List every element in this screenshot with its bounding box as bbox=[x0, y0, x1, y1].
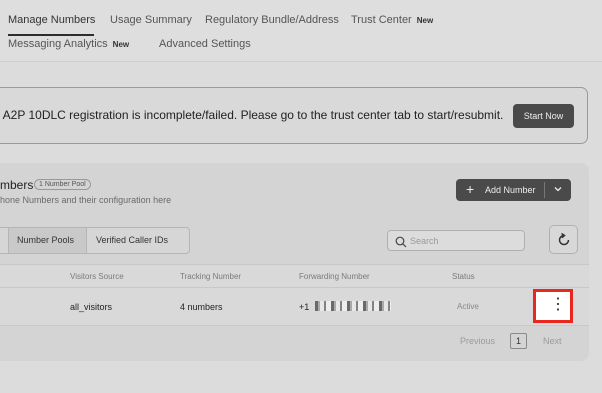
banner-message: r A2P 10DLC registration is incomplete/f… bbox=[0, 108, 504, 122]
tab-regulatory-bundle[interactable]: Regulatory Bundle/Address bbox=[205, 14, 339, 26]
plus-icon: + bbox=[466, 181, 475, 197]
button-separator bbox=[544, 182, 545, 198]
tab-usage-summary[interactable]: Usage Summary bbox=[110, 14, 192, 26]
forwarding-number-cell: +1 bbox=[299, 302, 310, 312]
number-pool-badge: 1 Number Pool bbox=[34, 179, 91, 190]
column-header-visitors-source: Visitors Source bbox=[70, 272, 124, 281]
card-subtitle: hone Numbers and their configuration her… bbox=[0, 195, 172, 205]
card-title: mbers bbox=[0, 178, 34, 192]
column-header-status: Status bbox=[452, 272, 475, 281]
tracking-number-cell: 4 numbers bbox=[180, 302, 223, 312]
chevron-down-icon[interactable] bbox=[553, 184, 563, 196]
table-header: e Visitors Source Tracking Number Forwar… bbox=[0, 264, 589, 288]
tab-messaging-analytics[interactable]: Messaging Analytics New bbox=[8, 38, 129, 50]
add-number-button[interactable]: + Add Number bbox=[456, 179, 571, 201]
redacted-phone-number bbox=[315, 301, 391, 311]
add-number-label: Add Number bbox=[485, 185, 536, 195]
next-page-button[interactable]: Next bbox=[543, 336, 562, 346]
tabs-bar: Manage Numbers Usage Summary Regulatory … bbox=[0, 0, 602, 62]
number-type-tabs: rs Number Pools Verified Caller IDs bbox=[0, 227, 190, 254]
tab-verified-caller-ids[interactable]: Verified Caller IDs bbox=[96, 235, 168, 245]
column-header-forwarding-number: Forwarding Number bbox=[299, 272, 370, 281]
row-more-actions-button[interactable]: ⋮ bbox=[533, 289, 573, 323]
search-icon bbox=[395, 235, 407, 253]
more-vertical-icon: ⋮ bbox=[550, 296, 566, 313]
table-row[interactable]: all_visitors 4 numbers +1 Active bbox=[0, 288, 589, 326]
divider bbox=[86, 228, 87, 253]
tab-trust-center[interactable]: Trust Center New bbox=[351, 14, 433, 26]
refresh-button[interactable] bbox=[549, 225, 578, 254]
numbers-card: mbers 1 Number Pool hone Numbers and the… bbox=[0, 163, 589, 361]
tab-manage-numbers[interactable]: Manage Numbers bbox=[8, 14, 95, 26]
visitors-source-cell: all_visitors bbox=[70, 302, 113, 312]
start-now-button[interactable]: Start Now bbox=[513, 104, 574, 128]
status-cell: Active bbox=[457, 302, 479, 311]
search-input[interactable]: Search bbox=[387, 230, 525, 251]
refresh-icon bbox=[558, 232, 570, 246]
tab-number-pools[interactable]: Number Pools bbox=[17, 235, 74, 245]
previous-page-button[interactable]: Previous bbox=[460, 336, 495, 346]
active-tab-indicator bbox=[8, 34, 94, 36]
a2p-warning-banner: r A2P 10DLC registration is incomplete/f… bbox=[0, 87, 588, 144]
page-number[interactable]: 1 bbox=[510, 333, 527, 349]
new-badge: New bbox=[416, 16, 434, 25]
column-header-tracking-number: Tracking Number bbox=[180, 272, 242, 281]
new-badge: New bbox=[112, 40, 130, 49]
divider bbox=[0, 61, 602, 62]
tab-advanced-settings[interactable]: Advanced Settings bbox=[159, 38, 251, 50]
search-placeholder: Search bbox=[410, 236, 439, 246]
